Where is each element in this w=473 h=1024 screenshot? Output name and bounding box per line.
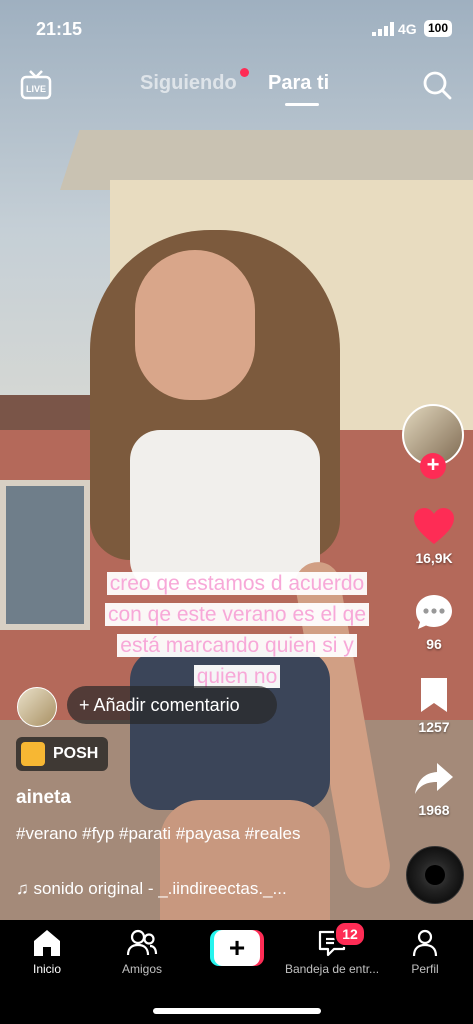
nav-friends-label: Amigos (121, 962, 162, 976)
like-count: 16,9K (415, 550, 453, 566)
home-icon (34, 930, 60, 956)
status-time: 21:15 (36, 19, 83, 39)
active-tab-indicator (285, 103, 319, 106)
following-notification-dot (240, 68, 249, 77)
svg-text:LIVE: LIVE (26, 84, 46, 94)
overlay-line-2: con qe este verano es el qe (104, 603, 369, 626)
share-button[interactable]: 1968 (399, 760, 469, 818)
network-type: 4G (398, 21, 417, 37)
plus-icon: + (214, 930, 260, 966)
sparkle-effect-icon (21, 742, 45, 766)
profile-icon (412, 929, 438, 957)
overlay-line-3: está marcando quien si y (117, 634, 357, 657)
commenter-avatar (17, 687, 57, 727)
add-comment-button[interactable]: + Añadir comentario (67, 686, 277, 724)
music-disc-icon[interactable] (406, 846, 464, 904)
bookmark-icon (421, 678, 447, 712)
person-top (130, 430, 320, 590)
create-button[interactable]: + (210, 930, 264, 966)
person-legs (160, 800, 330, 920)
friends-icon (126, 929, 158, 956)
search-icon[interactable] (420, 68, 454, 102)
save-count: 1257 (418, 719, 450, 735)
tab-following[interactable]: Siguiendo (140, 72, 237, 95)
nav-home[interactable]: Inicio (2, 928, 92, 976)
status-bar: 21:15 4G 100 (0, 0, 473, 58)
signal-icon (372, 22, 394, 36)
tiktok-feed-screen: 21:15 4G 100 LIVE Siguiendo Para ti + 16… (0, 0, 473, 1024)
video-text-overlay: creo qe estamos d acuerdo con qe este ve… (62, 568, 412, 692)
inbox-badge: 12 (334, 921, 366, 947)
nav-profile-label: Perfil (411, 962, 439, 976)
post-description[interactable]: #verano #fyp #parati #payasa #reales (16, 822, 336, 846)
share-count: 1968 (418, 802, 450, 818)
overlay-line-1: creo qe estamos d acuerdo (106, 572, 368, 595)
overlay-line-4: quien no (193, 665, 281, 688)
nav-home-label: Inicio (32, 962, 61, 976)
battery-icon: 100 (424, 20, 452, 37)
tab-for-you[interactable]: Para ti (268, 72, 329, 95)
follow-plus-icon[interactable]: + (420, 453, 446, 479)
nav-inbox-label: Bandeja de entr... (284, 962, 380, 976)
comment-bubble-icon (416, 595, 452, 629)
music-disc-center (425, 865, 445, 885)
person-face (135, 250, 255, 400)
home-indicator[interactable] (153, 1008, 321, 1014)
sound-link[interactable]: ♫ sonido original - _.iindireectas._... (16, 879, 287, 899)
heart-icon (414, 508, 454, 544)
like-button[interactable]: 16,9K (399, 506, 469, 566)
live-icon[interactable]: LIVE (19, 68, 53, 102)
nav-profile[interactable]: Perfil (380, 928, 470, 976)
post-username[interactable]: aineta (16, 787, 71, 809)
share-arrow-icon (415, 763, 453, 794)
effect-chip[interactable]: POSH (16, 737, 108, 771)
effect-label: POSH (53, 745, 99, 762)
nav-friends[interactable]: Amigos (97, 928, 187, 976)
nav-inbox[interactable]: Bandeja de entr... (282, 928, 382, 976)
